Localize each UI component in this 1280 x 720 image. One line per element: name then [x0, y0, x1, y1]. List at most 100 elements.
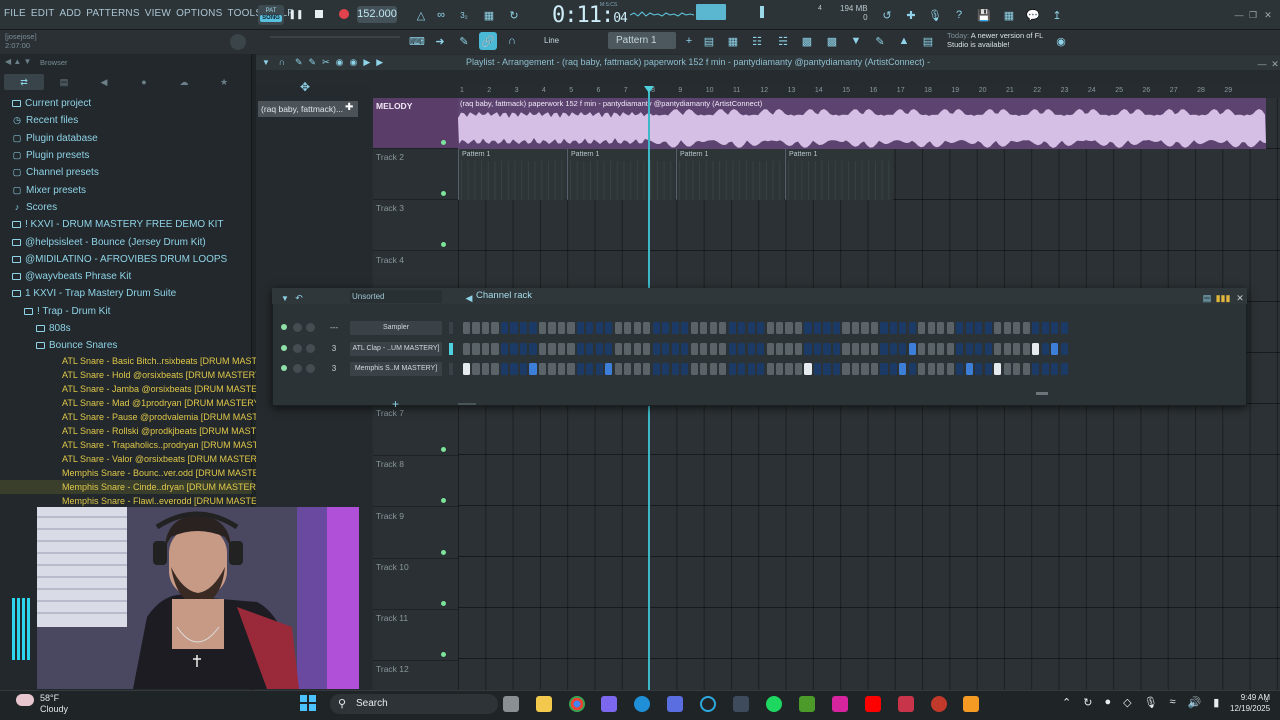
chat-icon[interactable]: 💬: [1024, 6, 1042, 24]
step-button[interactable]: [738, 363, 746, 375]
channel-rack-icon[interactable]: ☷: [748, 32, 766, 50]
mic-icon[interactable]: 🎙: [1144, 696, 1158, 709]
step-button[interactable]: [709, 363, 717, 375]
battery-icon[interactable]: ▮: [1213, 696, 1219, 709]
step-button[interactable]: [832, 342, 841, 355]
pattern-clip[interactable]: Pattern 1: [567, 149, 675, 200]
step-button[interactable]: [861, 363, 869, 375]
step-button[interactable]: [823, 363, 831, 375]
step-button[interactable]: [775, 342, 784, 355]
step-button[interactable]: [975, 342, 983, 355]
step-button[interactable]: [813, 363, 822, 375]
step-button[interactable]: [510, 363, 518, 375]
channel-mixer-track[interactable]: 3: [321, 342, 347, 356]
step-button[interactable]: [671, 342, 679, 355]
step-button[interactable]: [567, 363, 575, 375]
step-button[interactable]: [918, 322, 926, 334]
step-button[interactable]: [975, 363, 983, 375]
step-button[interactable]: [880, 363, 888, 375]
track-header[interactable]: MELODY: [373, 98, 458, 149]
step-button[interactable]: [510, 322, 518, 334]
step-button[interactable]: [500, 322, 509, 334]
step-button[interactable]: [586, 342, 594, 355]
channel-volume-knob[interactable]: [306, 343, 315, 353]
step-button[interactable]: [889, 363, 897, 375]
step-button[interactable]: [870, 363, 879, 375]
menu-tools[interactable]: TOOLS: [227, 8, 262, 19]
step-button[interactable]: [870, 342, 879, 355]
step-button[interactable]: [1051, 342, 1059, 355]
step-button[interactable]: [472, 363, 480, 375]
step-button[interactable]: [548, 322, 556, 334]
step-button[interactable]: [766, 322, 774, 334]
step-button[interactable]: [1013, 342, 1021, 355]
channel-select[interactable]: [449, 363, 453, 375]
arrow-right-icon[interactable]: ➜: [431, 32, 449, 50]
step-button[interactable]: [1003, 363, 1011, 375]
step-button[interactable]: [643, 363, 651, 375]
step-button[interactable]: [908, 363, 916, 375]
tempo-tap-icon[interactable]: ✎: [871, 32, 889, 50]
browser-file-item[interactable]: ATL Snare - Jamba @orsixbeats [DRUM MAST…: [0, 382, 272, 396]
step-button[interactable]: [548, 363, 556, 375]
mixer-icon[interactable]: ▦: [1000, 6, 1018, 24]
track-header[interactable]: Track 9: [373, 508, 458, 559]
step-button[interactable]: [567, 342, 575, 355]
step-button[interactable]: [823, 322, 831, 334]
youtube-icon[interactable]: [865, 696, 881, 712]
step-button[interactable]: [956, 363, 964, 375]
step-button[interactable]: [595, 342, 603, 355]
channel-pan-knob[interactable]: [293, 343, 302, 353]
step-button[interactable]: [700, 342, 708, 355]
step-button[interactable]: [595, 322, 603, 334]
track-header[interactable]: Track 11: [373, 610, 458, 661]
step-button[interactable]: [519, 322, 528, 334]
mixer-view-icon[interactable]: ☵: [774, 32, 792, 50]
picker-pattern-item[interactable]: (raq baby, fattmack)...: [258, 101, 358, 117]
browser-file-item[interactable]: Memphis Snare - Bounc..ver.odd [DRUM MAS…: [0, 466, 273, 480]
menu-patterns[interactable]: PATTERNS: [86, 8, 139, 19]
step-button[interactable]: [984, 342, 992, 355]
pattern-selector[interactable]: Pattern 1: [608, 32, 676, 49]
step-button[interactable]: [500, 363, 509, 375]
browser-folder-item[interactable]: 808s: [0, 320, 252, 337]
step-button[interactable]: [605, 342, 613, 355]
channel-mute-led[interactable]: [281, 344, 287, 351]
step-button[interactable]: [918, 363, 926, 375]
rack-scrollbar[interactable]: [1036, 392, 1048, 395]
metronome-icon[interactable]: △: [412, 6, 430, 24]
step-button[interactable]: [576, 342, 584, 355]
menu-view[interactable]: VIEW: [145, 8, 171, 19]
step-button[interactable]: [614, 342, 622, 355]
step-button[interactable]: [994, 342, 1002, 355]
task-view-icon[interactable]: [503, 696, 519, 712]
browser-tab-files[interactable]: ▤: [44, 74, 84, 90]
step-button[interactable]: [832, 322, 841, 334]
step-button[interactable]: [899, 322, 907, 334]
browser-tab-plugin[interactable]: ●: [124, 74, 164, 90]
browser-folder-item[interactable]: 1 KXVI - Trap Mastery Drum Suite: [0, 285, 252, 302]
pencil-icon[interactable]: ✎: [455, 32, 473, 50]
playlist-move-icon[interactable]: ✥: [300, 80, 310, 94]
step-button[interactable]: [1060, 363, 1068, 375]
step-button[interactable]: [481, 363, 490, 375]
step-button[interactable]: [1032, 363, 1040, 375]
tempo-display[interactable]: 152.000: [357, 6, 397, 23]
stop-button[interactable]: [311, 6, 327, 22]
app-tray-icon[interactable]: ●: [1104, 696, 1111, 709]
wifi-icon[interactable]: ≈: [1170, 696, 1176, 709]
browser-file-item[interactable]: ATL Snare - Trapaholics..prodryan [DRUM …: [0, 438, 279, 452]
browser-tab-cloud[interactable]: ☁: [164, 74, 204, 90]
step-button[interactable]: [851, 363, 860, 375]
channel-select[interactable]: [449, 342, 453, 355]
step-button[interactable]: [794, 342, 803, 355]
browser-file-item[interactable]: Memphis Snare - Cinde..dryan [DRUM MASTE…: [0, 480, 264, 495]
track-mute-led[interactable]: [441, 652, 446, 657]
step-button[interactable]: [956, 342, 964, 355]
track-mute-led[interactable]: [441, 600, 446, 606]
step-button[interactable]: [823, 342, 831, 355]
browser-file-item[interactable]: ATL Snare - Rollski @prodkjbeats [DRUM M…: [0, 424, 277, 438]
step-button[interactable]: [1022, 322, 1030, 334]
step-button[interactable]: [1003, 322, 1011, 334]
step-button[interactable]: [984, 322, 992, 334]
